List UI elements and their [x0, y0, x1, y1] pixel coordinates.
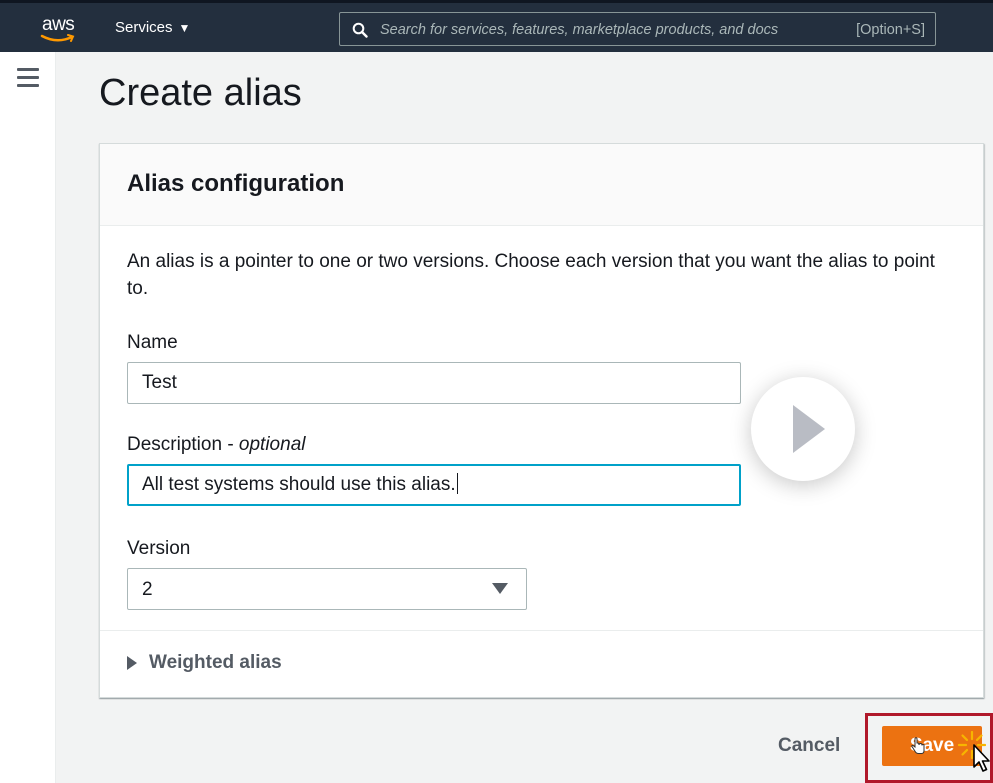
mouse-cursor-icon [973, 744, 990, 772]
description-label: Description - optional [127, 434, 305, 456]
services-label: Services [115, 19, 173, 36]
weighted-alias-label: Weighted alias [149, 652, 282, 673]
page-title: Create alias [99, 72, 302, 114]
name-label: Name [127, 332, 178, 353]
description-field-value: All test systems should use this alias. [142, 474, 456, 495]
search-shortcut-hint: [Option+S] [856, 22, 925, 38]
weighted-alias-expander[interactable]: Weighted alias [127, 652, 282, 674]
search-input[interactable]: Search for services, features, marketpla… [339, 12, 936, 46]
side-navigation [0, 52, 56, 783]
caret-right-icon [127, 656, 137, 670]
name-field[interactable]: Test [127, 362, 741, 404]
hand-cursor-icon [911, 737, 925, 754]
top-navigation-bar: aws Services ▼ Search for services, feat… [0, 0, 993, 52]
optional-tag: optional [238, 434, 306, 455]
aws-logo-icon[interactable]: aws [40, 14, 80, 44]
search-placeholder: Search for services, features, marketpla… [380, 22, 779, 38]
description-field[interactable]: All test systems should use this alias. [127, 464, 741, 506]
panel-title: Alias configuration [127, 170, 345, 197]
services-menu-button[interactable]: Services ▼ [115, 19, 190, 36]
cancel-button[interactable]: Cancel [778, 735, 840, 757]
text-caret [456, 473, 458, 494]
version-select-value: 2 [142, 579, 153, 600]
logo-smile-icon [40, 34, 75, 42]
name-field-value: Test [142, 372, 177, 393]
panel-header: Alias configuration [100, 144, 983, 226]
hamburger-menu-icon[interactable] [17, 68, 39, 88]
play-icon [793, 405, 825, 453]
search-icon [352, 22, 368, 38]
divider [100, 630, 983, 631]
panel-description: An alias is a pointer to one or two vers… [127, 251, 935, 299]
version-label: Version [127, 538, 191, 559]
caret-down-icon [492, 583, 508, 594]
description-label-text: Description - [127, 434, 239, 455]
version-select[interactable]: 2 [127, 568, 527, 610]
video-play-button[interactable] [751, 377, 855, 481]
logo-text: aws [42, 14, 75, 35]
caret-down-icon: ▼ [178, 20, 191, 35]
